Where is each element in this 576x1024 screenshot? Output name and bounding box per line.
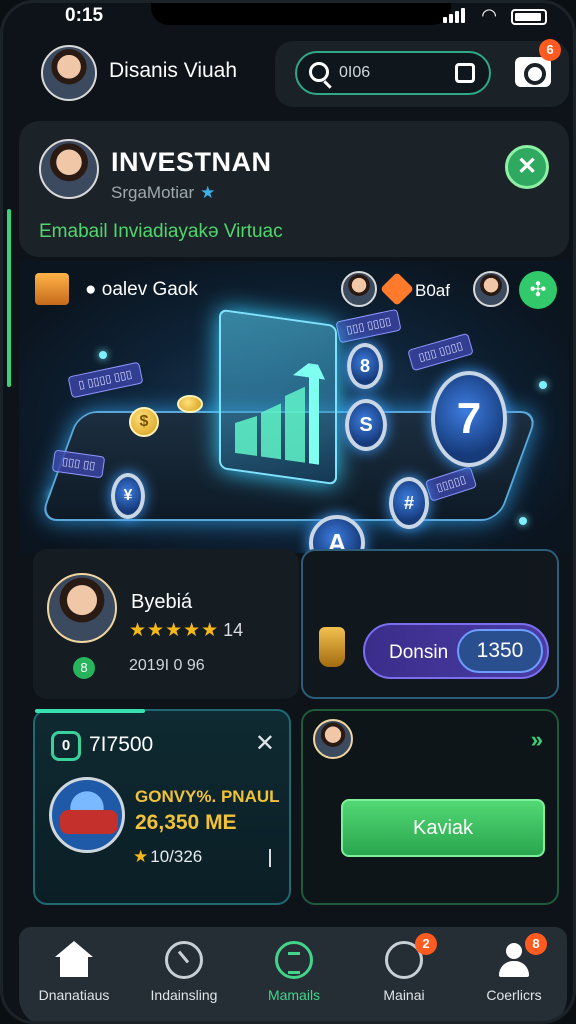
hero-illustration: ● oalev Gaok B0af ✣ ▯ ▯▯▯▯ ▯▯▯ ▯▯▯ ▯▯ ▯▯… (19, 261, 569, 553)
agent-avatar[interactable] (47, 573, 117, 643)
verified-star-icon: ★ (200, 183, 216, 202)
top-header: Disanis Viuah 6 (21, 39, 569, 111)
tab-label: Mainai (383, 987, 425, 1003)
search-bar[interactable] (295, 51, 491, 95)
bag-icon[interactable] (455, 63, 475, 83)
search-input[interactable] (339, 61, 439, 85)
coin-icon (177, 395, 203, 413)
notification-badge: 8 (525, 933, 547, 955)
floating-label-chip: ▯ ▯▯▯▯ ▯▯▯ (67, 361, 144, 399)
car-icon (49, 777, 125, 853)
floating-label-chip: ▯▯▯ ▯▯▯▯ (407, 332, 475, 372)
document-icon (275, 941, 313, 979)
paw-icon: ● (85, 279, 97, 300)
status-dot-icon: 8 (73, 657, 95, 679)
tab-label: Coerlicrs (486, 987, 542, 1003)
tab-mamails[interactable]: Mamails (239, 927, 349, 1021)
status-bar: 0:15 ◠ (3, 3, 573, 31)
tab-label: Dnanatiaus (38, 987, 110, 1003)
active-indicator (35, 709, 145, 713)
spark-dot (99, 351, 107, 359)
camera-notification-badge: 6 (539, 39, 561, 61)
token-orb-icon[interactable]: ¥ (111, 473, 145, 519)
invest-card: » Kaviak (301, 709, 559, 905)
spark-dot (519, 517, 527, 525)
profile-card: INVESTNAN SrgaMotiar ★ Emabail Inviadiaya… (19, 121, 569, 257)
deposit-amount: 1350 (457, 629, 543, 673)
token-orb-icon[interactable]: S (345, 399, 387, 451)
home-icon-body (60, 957, 88, 977)
deposit-card: Donsin 1350 (301, 549, 559, 699)
battery-icon (511, 9, 547, 25)
chart-screen (219, 308, 337, 486)
agent-rating: ★★★★★ 14 (129, 619, 243, 642)
asset-rating: ★ 10/326 (133, 847, 202, 867)
home-icon (55, 941, 93, 957)
agent-name: Byebiá (131, 591, 193, 613)
profile-subtitle-text: SrgaMotiar (111, 183, 195, 202)
profile-tagline: Emabail Inviadiayakə Virtuac (39, 221, 283, 242)
agent-meta: 2019I 0 96 (129, 657, 205, 674)
signal-icon (443, 8, 465, 23)
hero-top-row: ● oalev Gaok B0af ✣ (19, 261, 569, 317)
chevron-right-icon[interactable]: » (531, 727, 543, 753)
mini-avatar-2[interactable] (473, 271, 509, 307)
token-orb-icon[interactable]: 8 (347, 343, 383, 389)
tab-coerlicrs[interactable]: 8 Coerlicrs (459, 927, 569, 1021)
agent-card[interactable]: Byebiá ★★★★★ 14 8 2019I 0 96 (33, 549, 299, 699)
star-icon: ★ (133, 847, 149, 866)
dollar-coin-icon: $ (129, 407, 159, 437)
boost-icon (380, 272, 414, 306)
invest-cta-button[interactable]: Kaviak (341, 799, 545, 857)
notch (151, 3, 451, 25)
camera-icon[interactable] (515, 57, 551, 87)
scroll-indicator (7, 209, 11, 387)
user-name: Disanis Viuah (109, 59, 238, 82)
boost-label: B0af (415, 281, 450, 300)
deposit-label: Donsin (389, 642, 449, 663)
growth-arrow-icon (235, 358, 325, 465)
notification-badge: 2 (415, 933, 437, 955)
leaf-icon[interactable]: ✣ (519, 271, 557, 309)
store-icon[interactable] (35, 273, 69, 305)
invest-avatar[interactable] (313, 719, 353, 759)
shop-label-text: oalev Gaok (101, 279, 198, 300)
spark-dot (539, 381, 547, 389)
star-icons: ★★★★★ (129, 620, 220, 641)
asset-code: 7I7500 (89, 733, 154, 756)
mini-avatar-1[interactable] (341, 271, 377, 307)
token-orb-icon[interactable]: # (389, 477, 429, 529)
asset-value: 26,350 ME (135, 811, 237, 834)
rating-count: 14 (223, 620, 244, 640)
token-orb-icon[interactable]: 7 (431, 371, 507, 467)
status-time: 0:15 (65, 5, 104, 26)
tab-indainsling[interactable]: Indainsling (129, 927, 239, 1021)
asset-card[interactable]: 0 7I7500 ✕ GONVY%. PNAUL 26,350 ME ★ 10/3… (33, 709, 291, 905)
chart-ring-icon (165, 941, 203, 979)
tab-mainai[interactable]: 2 Mainai (349, 927, 459, 1021)
wifi-icon: ◠ (481, 5, 497, 25)
hex-icon: 0 (51, 731, 81, 761)
search-icon (309, 62, 329, 82)
close-icon[interactable]: ✕ (255, 729, 275, 758)
phone-frame: 0:15 ◠ Disanis Viuah 6 INVESTNAN SrgaMot… (0, 0, 576, 1024)
user-avatar[interactable] (41, 45, 97, 101)
profile-subtitle: SrgaMotiar ★ (111, 183, 215, 203)
urn-icon (319, 627, 345, 667)
close-icon[interactable]: ✕ (505, 145, 549, 189)
asset-rating-text: 10/326 (150, 847, 203, 866)
deposit-button[interactable]: Donsin 1350 (363, 623, 549, 679)
tab-label: Indainsling (150, 987, 218, 1003)
profile-avatar[interactable] (39, 139, 99, 199)
shop-label[interactable]: ● oalev Gaok (85, 279, 198, 301)
profile-title: INVESTNAN (111, 147, 272, 177)
tab-home[interactable]: Dnanatiaus (19, 927, 129, 1021)
tab-label: Mamails (267, 987, 321, 1003)
divider (269, 849, 271, 867)
bottom-tab-bar: Dnanatiaus Indainsling Mamails 2 Mainai … (19, 927, 569, 1021)
asset-name: GONVY%. PNAUL (135, 787, 280, 806)
search-container: 6 (275, 39, 569, 107)
